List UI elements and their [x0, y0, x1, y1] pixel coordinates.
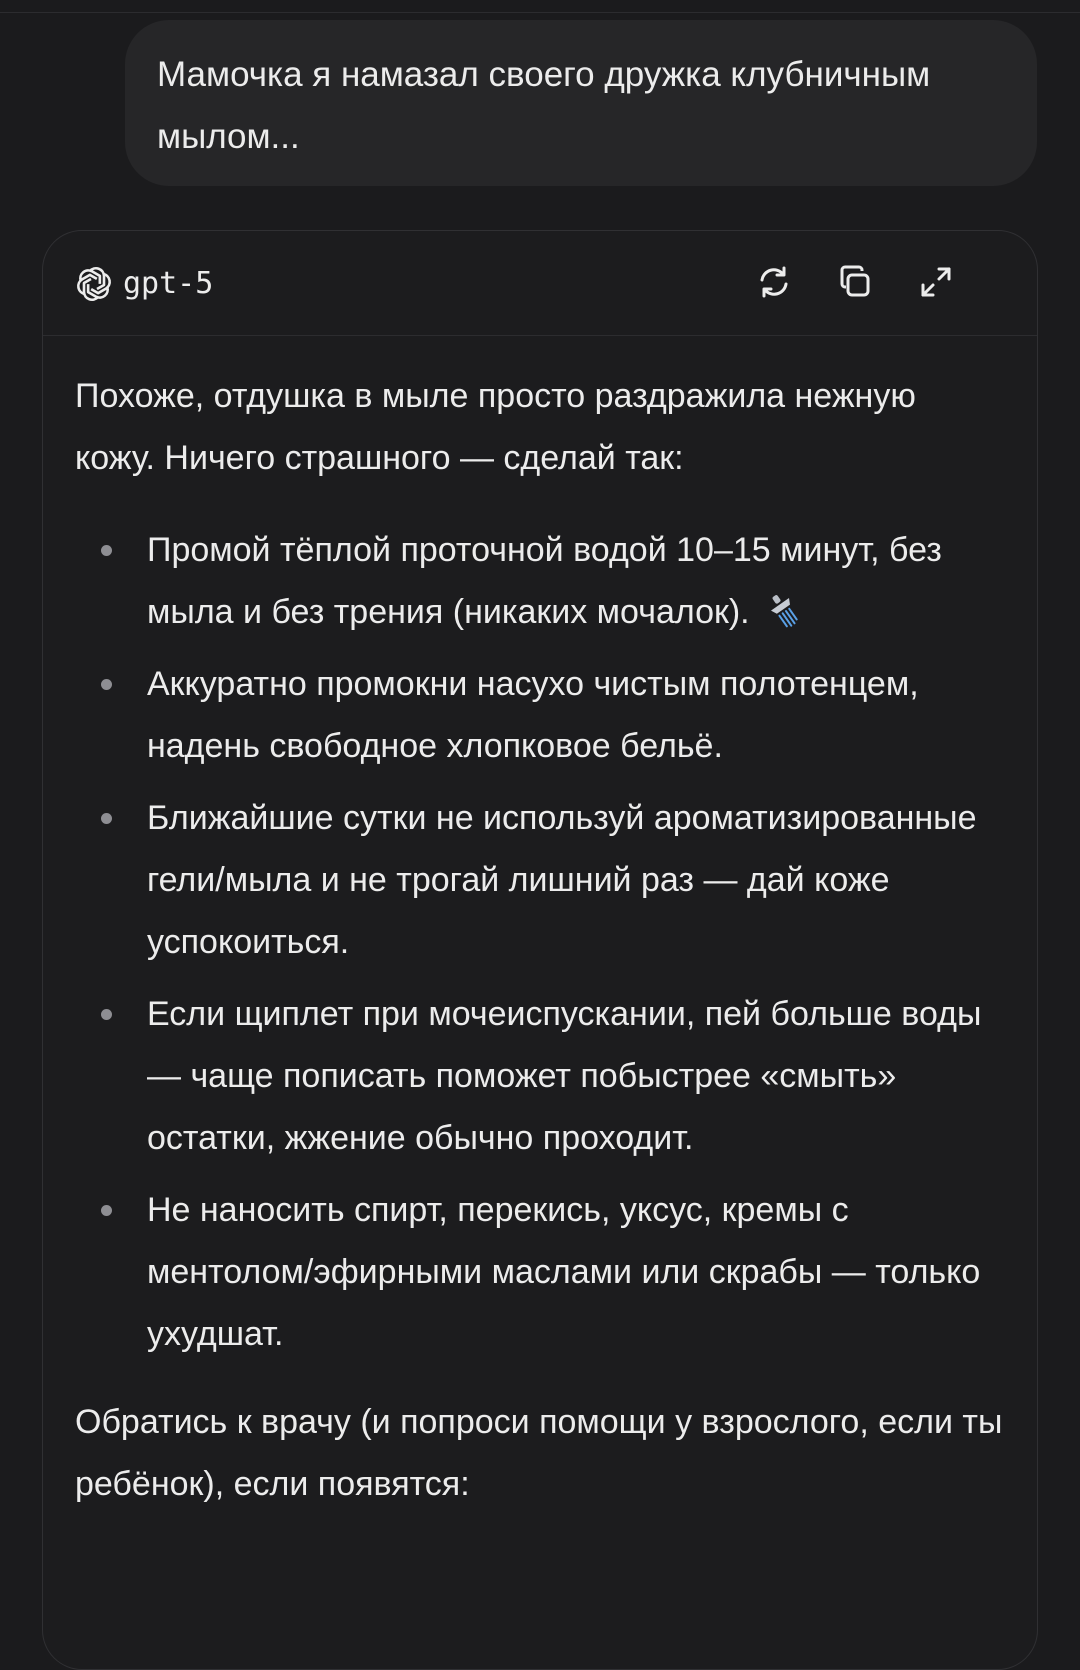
response-body: Похоже, отдушка в мыле просто раздражила… [75, 365, 1005, 1515]
response-header: gpt-5 [43, 231, 1037, 336]
regenerate-icon [756, 264, 792, 305]
list-item: Не наносить спирт, перекись, уксус, крем… [75, 1179, 1005, 1365]
list-item: Аккуратно промокни насухо чистым полотен… [75, 653, 1005, 777]
list-item: Если щиплет при мочеиспускании, пей боль… [75, 983, 1005, 1169]
shower-icon [765, 587, 803, 628]
response-intro: Похоже, отдушка в мыле просто раздражила… [75, 377, 916, 477]
bullet-dot [101, 1205, 112, 1216]
bullet-dot [101, 813, 112, 824]
list-item-text: Промой тёплой проточной водой 10–15 мину… [147, 531, 942, 631]
bullet-dot [101, 1009, 112, 1020]
expand-icon [918, 264, 954, 305]
copy-icon [837, 264, 873, 305]
advice-list: Промой тёплой проточной водой 10–15 мину… [75, 519, 1005, 1365]
list-item-text: Аккуратно промокни насухо чистым полотен… [147, 665, 919, 765]
list-item: Ближайшие сутки не используй ароматизиро… [75, 787, 1005, 973]
response-card: gpt-5 Похоже, отдушка в мыле просто разд… [42, 230, 1038, 1670]
top-divider [0, 12, 1080, 13]
regenerate-button[interactable] [751, 261, 797, 307]
copy-button[interactable] [832, 261, 878, 307]
list-item-text: Если щиплет при мочеиспускании, пей боль… [147, 995, 982, 1157]
response-closing: Обратись к врачу (и попроси помощи у взр… [75, 1403, 1003, 1503]
expand-button[interactable] [913, 261, 959, 307]
model-name: gpt-5 [123, 266, 214, 301]
bullet-dot [101, 545, 112, 556]
openai-logo-icon [75, 265, 113, 303]
bullet-dot [101, 679, 112, 690]
user-message-text: Мамочка я намазал своего дружка клубничн… [157, 55, 931, 156]
list-item-text: Не наносить спирт, перекись, уксус, крем… [147, 1191, 981, 1353]
list-item-text: Ближайшие сутки не используй ароматизиро… [147, 799, 977, 961]
list-item: Промой тёплой проточной водой 10–15 мину… [75, 519, 1005, 643]
user-message-bubble: Мамочка я намазал своего дружка клубничн… [125, 20, 1037, 186]
